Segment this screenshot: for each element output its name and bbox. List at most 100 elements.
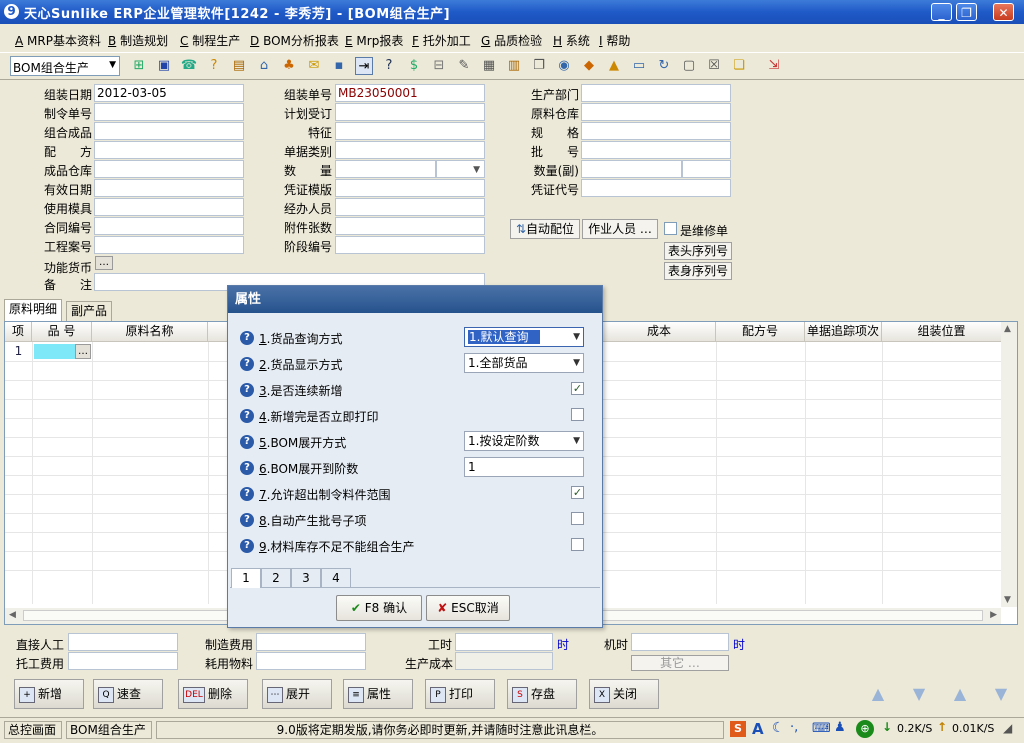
print-button[interactable]: P 打印 xyxy=(425,679,495,709)
other-button[interactable]: 其它 … xyxy=(631,655,729,671)
check-circle-icon[interactable]: ◉ xyxy=(555,57,573,75)
contract-field[interactable] xyxy=(94,217,244,235)
col-header-item-no[interactable]: 品 号 xyxy=(32,322,92,342)
col-header-material-name[interactable]: 原料名称 xyxy=(92,322,208,342)
help-icon[interactable]: ? xyxy=(380,57,398,75)
dollar-icon[interactable]: $ xyxy=(405,57,423,75)
resize-grip-icon[interactable]: ◢ xyxy=(1003,721,1012,735)
combo-product-field[interactable] xyxy=(94,122,244,140)
help-icon[interactable]: ? xyxy=(240,331,254,345)
menu-quality[interactable]: G 品质检验 xyxy=(481,32,542,49)
help-icon[interactable]: ? xyxy=(240,357,254,371)
col-header-trace[interactable]: 单据追踪项次 xyxy=(805,322,882,342)
qty-field[interactable] xyxy=(335,160,436,178)
cabinet-icon[interactable]: ▥ xyxy=(505,57,523,75)
option-checkbox[interactable] xyxy=(571,538,584,551)
page-tab-2[interactable]: 2 xyxy=(261,568,291,588)
edit-icon[interactable]: ✎ xyxy=(455,57,473,75)
spec-field[interactable] xyxy=(581,122,731,140)
help-icon[interactable]: ? xyxy=(240,539,254,553)
help-icon[interactable]: ? xyxy=(240,409,254,423)
doc-type-field[interactable] xyxy=(335,141,485,159)
option-select[interactable]: 1.默认查询 ▼ xyxy=(464,327,584,347)
menu-mrp-basic[interactable]: A MRP基本资料 xyxy=(15,32,101,49)
hierarchy-icon[interactable]: ▲ xyxy=(605,57,623,75)
auto-alloc-button[interactable]: ⇅自动配位 xyxy=(510,219,580,239)
work-hours-field[interactable] xyxy=(455,633,553,651)
restore-button[interactable]: ❐ xyxy=(956,3,977,21)
doc-icon[interactable]: ▪ xyxy=(330,57,348,75)
scroll-right-icon[interactable]: ▶ xyxy=(990,610,997,620)
phone-icon[interactable]: ☎ xyxy=(180,57,198,75)
direct-labor-field[interactable] xyxy=(68,633,178,651)
outsource-fee-field[interactable] xyxy=(68,652,178,670)
calculator-icon[interactable]: ▦ xyxy=(480,57,498,75)
option-checkbox[interactable] xyxy=(571,512,584,525)
mfg-cost-field[interactable] xyxy=(256,633,366,651)
last-record-icon[interactable]: ▼ xyxy=(988,683,1014,705)
consumable-field[interactable] xyxy=(256,652,366,670)
col-header-cost[interactable]: 成本 xyxy=(603,322,716,342)
scroll-left-icon[interactable]: ◀ xyxy=(9,610,16,620)
ime-mode-icon[interactable]: A xyxy=(752,720,764,738)
network-icon[interactable]: ⊕ xyxy=(856,720,874,738)
option-select[interactable]: 1.全部货品 ▼ xyxy=(464,353,584,373)
mold-field[interactable] xyxy=(94,198,244,216)
user-icon[interactable]: ♟ xyxy=(834,720,846,735)
new-button[interactable]: + 新增 xyxy=(14,679,84,709)
page-tab-4[interactable]: 4 xyxy=(321,568,351,588)
ime-logo-icon[interactable]: S xyxy=(730,721,746,737)
assembly-date-field[interactable]: 2012-03-05 xyxy=(94,84,244,102)
qty-sub-field[interactable] xyxy=(581,160,682,178)
status-module-tab[interactable]: BOM组合生产 xyxy=(66,721,152,739)
module-select[interactable]: BOM组合生产 ▼ xyxy=(10,56,120,76)
menu-outsource[interactable]: F 托外加工 xyxy=(412,32,471,49)
menu-mrp-report[interactable]: E Mrp报表 xyxy=(345,32,403,49)
valid-date-field[interactable] xyxy=(94,179,244,197)
repair-checkbox[interactable] xyxy=(664,222,677,235)
home-icon[interactable]: ⌂ xyxy=(255,57,273,75)
option-checkbox[interactable]: ✓ xyxy=(571,382,584,395)
formula-field[interactable] xyxy=(94,141,244,159)
expand-button[interactable]: ⋯ 展开 xyxy=(262,679,332,709)
page-tab-3[interactable]: 3 xyxy=(291,568,321,588)
col-header-formula-no[interactable]: 配方号 xyxy=(716,322,805,342)
close-doc-icon[interactable]: ☒ xyxy=(705,57,723,75)
tree-icon[interactable]: ⊞ xyxy=(130,57,148,75)
grid-vscrollbar[interactable]: ▲ ▼ xyxy=(1001,322,1017,607)
status-home-tab[interactable]: 总控画面 xyxy=(4,721,62,739)
body-serial-button[interactable]: 表身序列号 xyxy=(664,262,732,280)
dept-field[interactable] xyxy=(581,84,731,102)
option-checkbox[interactable]: ✓ xyxy=(571,486,584,499)
voucher-code-field[interactable] xyxy=(581,179,731,197)
material-wh-field[interactable] xyxy=(581,103,731,121)
first-record-icon[interactable]: ▲ xyxy=(865,683,891,705)
option-select[interactable]: 1.按设定阶数 ▼ xyxy=(464,431,584,451)
next-record-icon[interactable]: ▲ xyxy=(947,683,973,705)
refresh-icon[interactable]: ↻ xyxy=(655,57,673,75)
order-no-field[interactable] xyxy=(94,103,244,121)
item-no-cell-editor[interactable] xyxy=(34,344,76,359)
menu-system[interactable]: H 系统 xyxy=(553,32,590,49)
tab-material-detail[interactable]: 原料明细 xyxy=(4,299,63,321)
attach-field[interactable] xyxy=(335,217,485,235)
feature-field[interactable] xyxy=(335,122,485,140)
cascade-icon[interactable]: ❏ xyxy=(730,57,748,75)
punctuation-icon[interactable]: ·, xyxy=(790,720,798,735)
confirm-button[interactable]: ✔ F8 确认 xyxy=(336,595,422,621)
cancel-button[interactable]: ✘ ESC取消 xyxy=(426,595,510,621)
help-icon[interactable]: ? xyxy=(240,487,254,501)
quick-search-button[interactable]: Q 速查 xyxy=(93,679,163,709)
operator-button[interactable]: 作业人员 … xyxy=(582,219,658,239)
minimize-button[interactable]: _ xyxy=(931,3,952,21)
help-icon[interactable]: ? xyxy=(240,383,254,397)
monitor-icon[interactable]: ▣ xyxy=(155,57,173,75)
voucher-tpl-field[interactable] xyxy=(335,179,485,197)
scroll-up-icon[interactable]: ▲ xyxy=(1004,324,1011,334)
query-icon[interactable]: ? xyxy=(205,57,223,75)
col-header-position[interactable]: 组装位置 xyxy=(882,322,1002,342)
exit-icon[interactable]: ⇲ xyxy=(765,57,783,75)
mail-icon[interactable]: ✉ xyxy=(305,57,323,75)
close-window-button[interactable]: ✕ xyxy=(993,3,1014,21)
prev-record-icon[interactable]: ▼ xyxy=(906,683,932,705)
